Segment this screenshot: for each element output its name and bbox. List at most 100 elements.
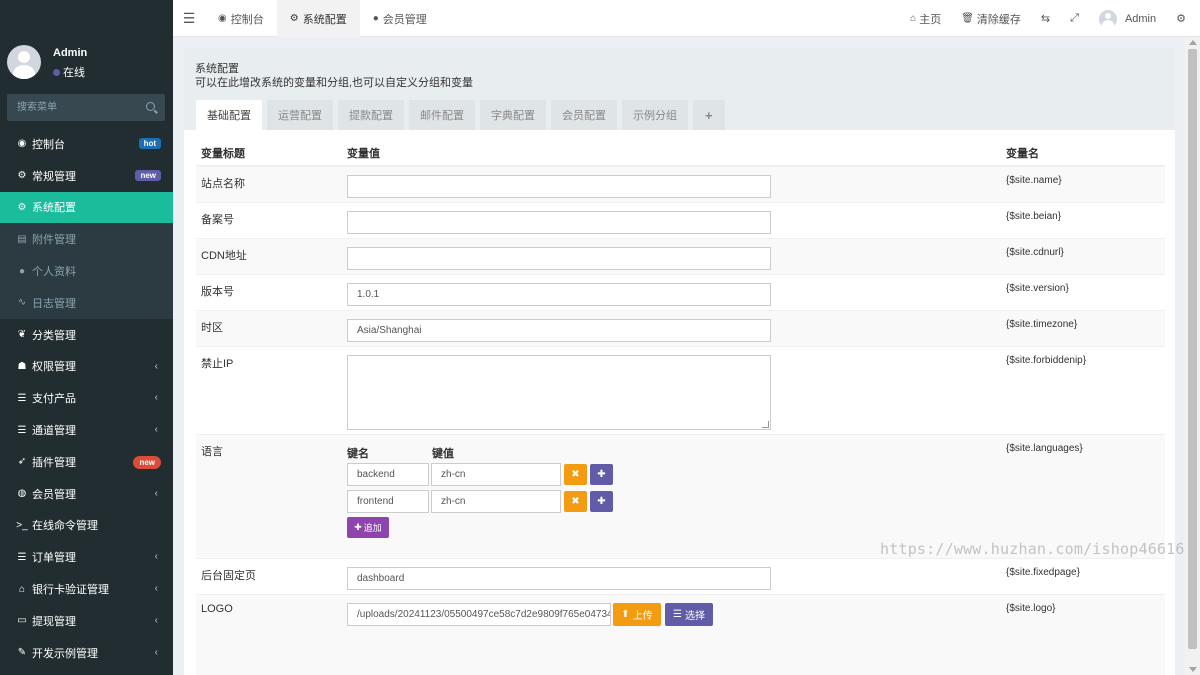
sidebar-item[interactable]: ☗ 权限管理 ‹ [0,351,173,383]
language-toggle-icon[interactable]: ⇆ [1031,0,1060,37]
table-row: 后台固定页 dashboard {$site.fixedpage} [196,558,1165,594]
sidebar-item-label: 会员管理 [32,488,76,501]
sidebar-item[interactable]: >_ 在线命令管理 [0,510,173,542]
scroll-down-icon[interactable] [1189,667,1197,672]
avatar [1098,9,1117,28]
scroll-thumb[interactable] [1188,49,1197,649]
lang-key-input[interactable]: backend [347,463,429,486]
terminal-icon: >_ [16,519,28,531]
version-input[interactable]: 1.0.1 [347,283,771,306]
sidebar-item-label: 银行卡验证管理 [32,584,109,597]
var-name: {$site.name} [1006,175,1062,186]
config-tab[interactable]: 字典配置 [480,100,546,130]
drag-move-button[interactable]: ✚ [590,464,613,485]
upload-button[interactable]: ⬆ 上传 [613,603,661,626]
timezone-input[interactable]: Asia/Shanghai [347,319,771,342]
chevron-left-icon: ‹ [154,583,158,595]
fullscreen-icon[interactable]: ⤢ [1060,0,1089,37]
sidebar-item-label: 通道管理 [32,425,76,438]
user-icon: ● [372,13,379,24]
config-tab[interactable]: 会员配置 [551,100,617,130]
plus-icon: ✚ [354,522,362,532]
sidebar-item-label: 附件管理 [32,234,76,247]
menu-toggle-icon[interactable]: ☰ [173,0,205,37]
config-table: 变量标题 变量值 变量名 站点名称 {$site.name} 备案号 {$sit… [196,140,1165,675]
config-tab[interactable]: 运营配置 [267,100,333,130]
panel-heading: 系统配置 可以在此增改系统的变量和分组,也可以自定义分组和变量 基础配置 运营配置… [184,48,1175,130]
sidebar-item[interactable]: ⌂ 银行卡验证管理 ‹ [0,573,173,605]
nav-tab[interactable]: ⚙ 系统配置 [276,0,360,37]
config-tab[interactable]: 邮件配置 [409,100,475,130]
page-scrollbar[interactable] [1185,37,1200,675]
chevron-left-icon: ‹ [154,424,158,436]
sidebar-item[interactable]: ☰ 订单管理 ‹ [0,541,173,573]
sidebar-item[interactable]: ▤ 附件管理 [0,223,173,256]
sidebar-item[interactable]: ➶ 插件管理 new [0,446,173,478]
home-icon: ⌂ [910,13,917,24]
config-tab[interactable]: 提款配置 [338,100,404,130]
lang-value-input[interactable]: zh-cn [431,490,561,513]
sidebar-item[interactable]: ✎ 开发示例管理 ‹ [0,637,173,669]
row-label: 备案号 [201,214,234,226]
var-name: {$site.cdnurl} [1006,247,1064,258]
sidebar-item[interactable]: ◍ 会员管理 ‹ [0,478,173,510]
trash-icon: 🗑 [961,13,974,24]
sidebar-item[interactable]: ☰ 支付产品 ‹ [0,382,173,414]
list-icon: ☰ [17,424,27,436]
sidebar-item[interactable]: ● 个人资料 [0,255,173,287]
sidebar-item-label: 日志管理 [32,297,76,310]
menu-search-input[interactable] [7,94,137,121]
upload-icon: ⬆ [621,609,630,620]
append-button[interactable]: ✚ 追加 [347,517,389,538]
sidebar-item[interactable]: ❦ 分类管理 [0,319,173,351]
avatar[interactable] [7,45,41,79]
sidebar-item-label: 提现管理 [32,615,76,628]
nav-tabs: ☰ ◉ 控制台 ⚙ 系统配置 ● 会员管理 [173,0,440,37]
site-name-input[interactable] [347,175,771,198]
sidebar-item[interactable]: ◉ 控制台 hot [0,128,173,160]
cdn-url-input[interactable] [347,247,771,270]
sidebar-item[interactable]: ☰ 通道管理 ‹ [0,414,173,446]
forbidden-ip-textarea[interactable] [347,355,771,430]
search-icon[interactable] [146,102,155,111]
nav-tab[interactable]: ◉ 控制台 [205,0,277,37]
sidebar-item-label: 开发示例管理 [32,647,98,660]
nav-tab[interactable]: ● 会员管理 [360,0,440,37]
add-group-tab[interactable]: + [693,100,725,130]
col-value-header: 变量值 [347,147,380,160]
list-icon: ☰ [17,392,27,404]
sidebar-item-label: 支付产品 [32,393,76,406]
sidebar-item[interactable]: ∿ 日志管理 [0,286,173,319]
sidebar-item[interactable]: ▭ 提现管理 ‹ [0,605,173,637]
lang-value-input[interactable]: zh-cn [431,463,561,486]
chevron-left-icon: ‹ [154,392,158,404]
config-tab[interactable]: 示例分组 [622,100,688,130]
beian-input[interactable] [347,211,771,234]
page-description: 可以在此增改系统的变量和分组,也可以自定义分组和变量 [195,77,474,89]
home-link[interactable]: ⌂ 主页 [900,0,951,37]
sidebar-item[interactable]: ⚙ 系统配置 [0,191,173,224]
remove-row-button[interactable]: ✖ [564,464,587,485]
choose-button[interactable]: ☰ 选择 [665,603,713,626]
sidebar-item[interactable]: ⚙ 常规管理 new [0,160,173,192]
clear-cache-button[interactable]: 🗑 清除缓存 [951,0,1031,37]
chevron-left-icon: ‹ [154,487,158,499]
col-name-header: 变量名 [1006,147,1039,160]
user-menu[interactable]: Admin [1089,0,1166,37]
drag-move-button[interactable]: ✚ [590,491,613,512]
sidebar-menu: ◉ 控制台 hot ⚙ 常规管理 new ⚙ 系统配置 ▤ 附件管理 ● 个人资料 ∿ 日志管理 ❦ 分类管理… [0,128,173,669]
fixed-page-input[interactable]: dashboard [347,567,771,590]
chevron-left-icon: ‹ [154,360,158,372]
scroll-up-icon[interactable] [1189,40,1197,45]
remove-row-button[interactable]: ✖ [564,491,587,512]
leaf-icon: ❦ [17,329,27,341]
menu-badge: new [135,169,161,181]
list-icon: ☰ [17,551,27,563]
lang-key-input[interactable]: frontend [347,490,429,513]
config-tab[interactable]: 基础配置 [196,100,262,130]
settings-gear-icon[interactable]: ⚙ [1166,0,1200,37]
file-image-icon: ▤ [17,233,27,245]
logo-path-input[interactable]: /uploads/20241123/05500497ce58c7d2e9809f… [347,603,611,626]
chevron-left-icon: ‹ [154,646,158,658]
key-header: 键名 [347,448,369,460]
